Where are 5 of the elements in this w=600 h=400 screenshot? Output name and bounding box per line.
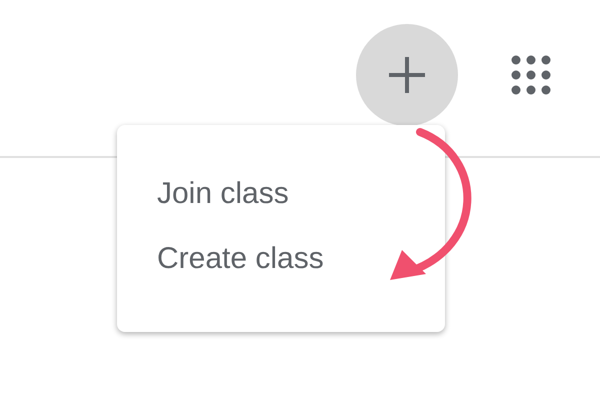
menu-item[interactable]: Create class <box>117 224 445 289</box>
apps-button[interactable] <box>510 54 552 96</box>
grid-icon <box>510 54 552 96</box>
plus-icon <box>387 55 427 95</box>
menu-item[interactable]: Join class <box>117 159 445 224</box>
